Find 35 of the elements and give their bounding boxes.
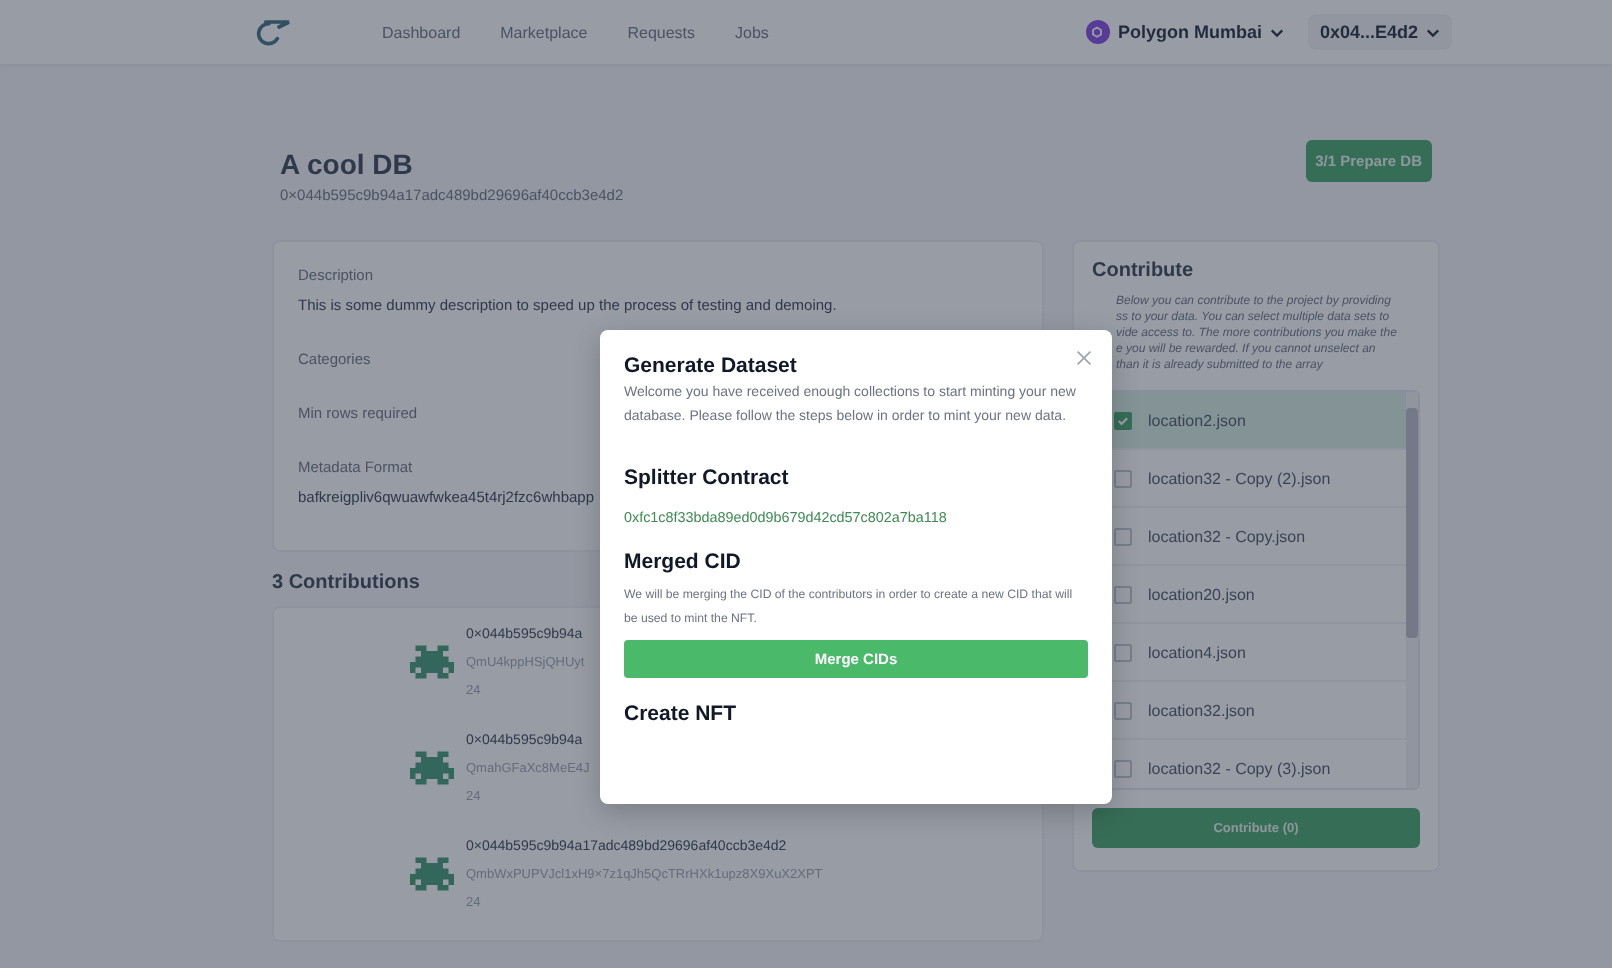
nav-link[interactable]: Dashboard bbox=[382, 23, 461, 41]
scrollbar[interactable] bbox=[1406, 392, 1418, 788]
step-heading: Splitter Contract bbox=[624, 466, 791, 490]
chevron-down-icon bbox=[1426, 27, 1440, 37]
file-name: location32 - Copy (2).json bbox=[1148, 469, 1331, 487]
checkbox[interactable] bbox=[1114, 411, 1132, 429]
checkbox[interactable] bbox=[1114, 701, 1132, 719]
step-heading: Merged CID bbox=[624, 550, 743, 574]
checkbox[interactable] bbox=[1114, 759, 1132, 777]
nav-link[interactable]: Marketplace bbox=[500, 23, 588, 41]
nav-link[interactable]: Jobs bbox=[735, 23, 769, 41]
file-name: location4.json bbox=[1148, 643, 1246, 661]
checkbox[interactable] bbox=[1114, 527, 1132, 545]
file-name: location2.json bbox=[1148, 411, 1246, 429]
file-name: location20.json bbox=[1148, 585, 1255, 603]
step-heading: Create NFT bbox=[624, 702, 739, 726]
file-name: location32 - Copy (3).json bbox=[1148, 759, 1331, 777]
dialog-title: Generate Dataset bbox=[624, 354, 799, 378]
contributions-heading: 3 Contributions bbox=[272, 572, 420, 594]
account-selector[interactable]: 0x04...E4d2 bbox=[1307, 14, 1452, 50]
checkbox[interactable] bbox=[1114, 643, 1132, 661]
contribute-heading: Contribute bbox=[1092, 260, 1196, 282]
identicon-icon bbox=[410, 746, 454, 790]
page-title: A cool DB bbox=[280, 148, 415, 180]
logo-icon bbox=[254, 18, 294, 46]
file-name: location32.json bbox=[1148, 701, 1255, 719]
identicon-icon bbox=[410, 852, 454, 896]
chevron-down-icon bbox=[1269, 27, 1284, 37]
close-icon[interactable] bbox=[1076, 350, 1092, 366]
network-icon bbox=[1085, 20, 1110, 44]
checkbox[interactable] bbox=[1114, 585, 1132, 603]
file-name: location32 - Copy.json bbox=[1148, 527, 1306, 545]
checkbox[interactable] bbox=[1114, 469, 1132, 487]
nav-link[interactable]: Requests bbox=[627, 23, 696, 41]
identicon-icon bbox=[410, 640, 454, 684]
